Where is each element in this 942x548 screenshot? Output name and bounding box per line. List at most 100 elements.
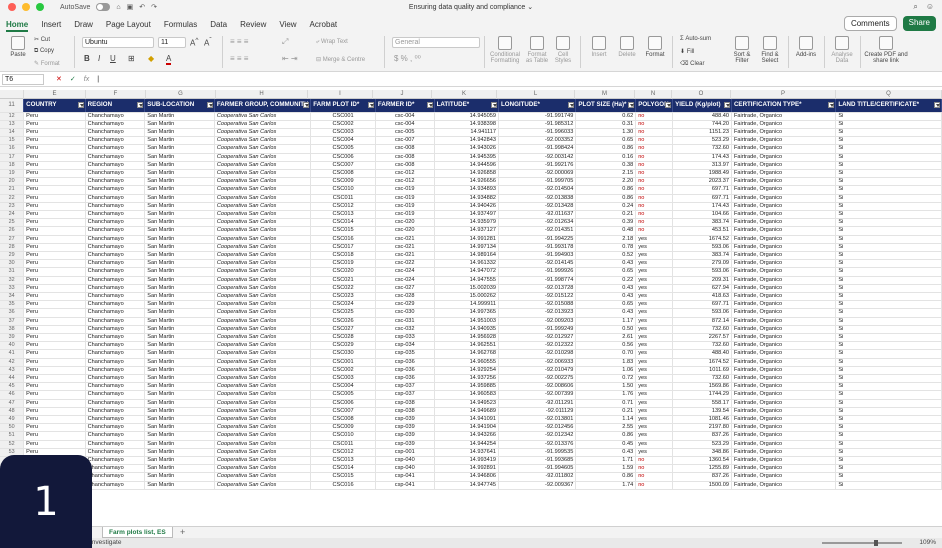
zoom-slider[interactable] <box>822 540 902 546</box>
tab-view[interactable]: View <box>279 20 296 32</box>
cell-farm-plot-id[interactable]: CSC011 <box>310 440 376 449</box>
cell-farmer-id[interactable]: csc-032 <box>375 325 435 334</box>
cell-polygon[interactable]: yes <box>635 415 674 425</box>
cell-region[interactable]: Chanchamayo <box>85 308 146 318</box>
cell-land-title[interactable]: Si <box>835 112 942 121</box>
find-select-button[interactable]: Find & Select <box>756 36 784 64</box>
cell-farm-plot-id[interactable]: CSC029 <box>310 341 376 351</box>
cell-plot-size[interactable]: 0.86 <box>575 144 637 154</box>
cell-farm-plot-id[interactable]: CSC014 <box>310 218 376 228</box>
cell-farmer-group[interactable]: Cooperativa San Carlos <box>214 390 312 400</box>
cell-longitude[interactable]: -91.999249 <box>498 325 577 334</box>
cell-latitude[interactable]: 14.944254 <box>434 440 500 449</box>
italic-button[interactable]: I <box>98 54 100 63</box>
cell-region[interactable]: Chanchamayo <box>85 333 146 343</box>
cell-farm-plot-id[interactable]: CSC030 <box>310 349 376 359</box>
cell-yield[interactable]: 697.71 <box>672 300 732 310</box>
cell-plot-size[interactable]: 0.45 <box>575 440 637 449</box>
cell-farm-plot-id[interactable]: CSC018 <box>310 251 376 261</box>
row-number[interactable]: 38 <box>0 325 25 334</box>
cell-sub-location[interactable]: San Martin <box>144 251 215 261</box>
cell-plot-size[interactable]: 0.72 <box>575 374 637 384</box>
cell-plot-size[interactable]: 0.43 <box>575 308 637 318</box>
row-number[interactable]: 45 <box>0 382 25 392</box>
cell-longitude[interactable]: -91.996033 <box>498 128 577 138</box>
cell-polygon[interactable]: no <box>635 194 674 203</box>
cell-land-title[interactable]: Si <box>835 300 942 310</box>
cell-farm-plot-id[interactable]: CSC011 <box>310 194 376 203</box>
cell-sub-location[interactable]: San Martin <box>144 243 215 252</box>
cell-farmer-id[interactable]: csc-030 <box>375 308 435 318</box>
cell-polygon[interactable]: no <box>635 185 674 195</box>
row-number[interactable]: 40 <box>0 341 25 351</box>
cell-yield[interactable]: 2197.80 <box>672 423 732 433</box>
filter-dropdown-icon[interactable] <box>628 102 635 108</box>
cell-country[interactable]: Peru <box>23 128 86 138</box>
tab-page-layout[interactable]: Page Layout <box>106 20 151 32</box>
cell-country[interactable]: Peru <box>23 226 86 236</box>
cell-region[interactable]: Chanchamayo <box>85 431 146 441</box>
cell-farmer-id[interactable]: csp-036 <box>375 366 435 376</box>
add-sheet-button[interactable]: + <box>180 527 185 537</box>
cell-yield[interactable]: 313.97 <box>672 161 732 170</box>
cell-region[interactable]: Chanchamayo <box>85 448 146 458</box>
tab-review[interactable]: Review <box>240 20 266 32</box>
cell-farmer-group[interactable]: Cooperativa San Carlos <box>214 235 312 244</box>
autosum-button[interactable]: Σ Auto-sum <box>680 36 711 42</box>
cell-certification[interactable]: Fairtrade, Organico <box>731 456 837 466</box>
cell-farmer-group[interactable]: Cooperativa San Carlos <box>214 177 312 187</box>
cell-country[interactable]: Peru <box>23 112 86 121</box>
cell-latitude[interactable]: 14.960555 <box>434 358 500 367</box>
cell-farm-plot-id[interactable]: CSC016 <box>310 481 376 490</box>
cell-longitude[interactable]: -92.006933 <box>498 358 577 367</box>
column-header[interactable]: K <box>432 90 497 99</box>
cell-yield[interactable]: 744.20 <box>672 120 732 129</box>
column-header[interactable]: J <box>373 90 432 99</box>
cell-polygon[interactable]: yes <box>635 276 674 285</box>
cell-certification[interactable]: Fairtrade, Organico <box>731 333 837 343</box>
cell-yield[interactable]: 139.54 <box>672 407 732 417</box>
header-longitude[interactable]: LONGITUDE* <box>498 99 577 113</box>
row-number[interactable]: 15 <box>0 136 25 146</box>
cell-region[interactable]: Chanchamayo <box>85 472 146 482</box>
cell-latitude[interactable]: 14.946806 <box>434 472 500 482</box>
cell-region[interactable]: Chanchamayo <box>85 341 146 351</box>
cell-certification[interactable]: Fairtrade, Organico <box>731 226 837 236</box>
cell-plot-size[interactable]: 0.86 <box>575 185 637 195</box>
cell-region[interactable]: Chanchamayo <box>85 120 146 129</box>
cell-longitude[interactable]: -91.999926 <box>498 267 577 277</box>
cell-farm-plot-id[interactable]: CSC012 <box>310 448 376 458</box>
cell-sub-location[interactable]: San Martin <box>144 153 215 162</box>
cell-farm-plot-id[interactable]: CSC007 <box>310 161 376 170</box>
cell-yield[interactable]: 523.29 <box>672 440 732 449</box>
cell-farmer-group[interactable]: Cooperativa San Carlos <box>214 226 312 236</box>
cell-yield[interactable]: 593.06 <box>672 308 732 318</box>
cell-certification[interactable]: Fairtrade, Organico <box>731 358 837 367</box>
cell-longitude[interactable]: -91.998424 <box>498 144 577 154</box>
cell-land-title[interactable]: Si <box>835 128 942 138</box>
cell-country[interactable]: Peru <box>23 390 86 400</box>
cell-certification[interactable]: Fairtrade, Organico <box>731 440 837 449</box>
cell-certification[interactable]: Fairtrade, Organico <box>731 210 837 220</box>
cell-region[interactable]: Chanchamayo <box>85 144 146 154</box>
font-name-select[interactable]: Ubuntu <box>82 37 154 48</box>
cell-certification[interactable]: Fairtrade, Organico <box>731 341 837 351</box>
cell-farmer-group[interactable]: Cooperativa San Carlos <box>214 366 312 376</box>
format-cells-button[interactable]: Format <box>642 36 668 58</box>
cell-region[interactable]: Chanchamayo <box>85 325 146 334</box>
cell-longitude[interactable]: -92.007399 <box>498 390 577 400</box>
cell-farm-plot-id[interactable]: CSC004 <box>310 136 376 146</box>
cell-sub-location[interactable]: San Martin <box>144 284 215 293</box>
cell-plot-size[interactable]: 1.74 <box>575 481 637 490</box>
row-number[interactable]: 13 <box>0 120 25 129</box>
cell-land-title[interactable]: Si <box>835 374 942 384</box>
cell-plot-size[interactable]: 0.31 <box>575 120 637 129</box>
cell-farm-plot-id[interactable]: CSC013 <box>310 210 376 220</box>
cell-polygon[interactable]: yes <box>635 341 674 351</box>
cell-country[interactable]: Peru <box>23 153 86 162</box>
cell-yield[interactable]: 2023.37 <box>672 177 732 187</box>
row-number[interactable]: 48 <box>0 407 25 417</box>
cell-farm-plot-id[interactable]: CSC006 <box>310 399 376 408</box>
cell-certification[interactable]: Fairtrade, Organico <box>731 308 837 318</box>
cell-plot-size[interactable]: 1.83 <box>575 358 637 367</box>
